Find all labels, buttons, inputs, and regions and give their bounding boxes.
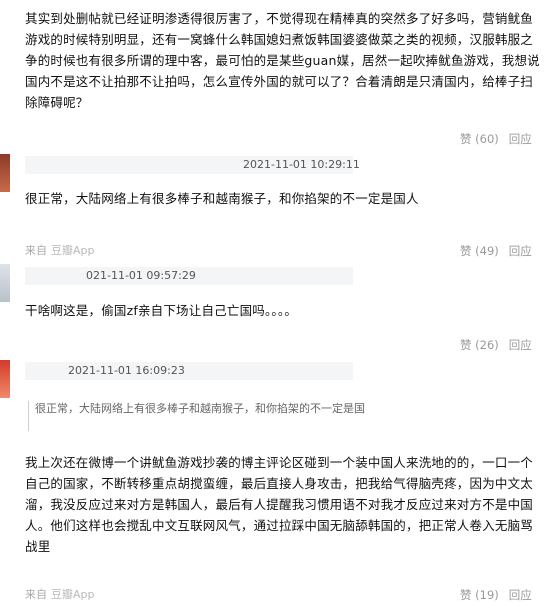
source-app-link[interactable]: 豆瓣App: [51, 588, 95, 601]
comment-actions: 赞 (60) 回应: [460, 131, 532, 147]
reply-button[interactable]: 回应: [509, 132, 532, 146]
like-button[interactable]: 赞 (49): [460, 244, 499, 258]
comment-actions: 赞 (19) 回应: [460, 587, 532, 603]
avatar[interactable]: [0, 360, 10, 398]
comment-actions: 赞 (26) 回应: [460, 337, 532, 353]
reply-button[interactable]: 回应: [509, 244, 532, 258]
source-label: 来自: [25, 244, 47, 257]
comment-text: 我上次还在微博一个讲鱿鱼游戏抄袭的博主评论区碰到一个装中国人来洗地的的，一口一个…: [25, 455, 534, 554]
avatar[interactable]: [0, 264, 10, 302]
comment-text: 干啥啊这是，偷国zf亲自下场让自己亡国吗。。。。: [25, 303, 298, 318]
source-app-link[interactable]: 豆瓣App: [51, 244, 95, 257]
reply-button[interactable]: 回应: [509, 338, 532, 352]
quoted-text: 很正常，大陆网络上有很多棒子和越南猴子，和你掐架的不一定是国: [35, 402, 365, 415]
comment-actions: 赞 (49) 回应: [460, 243, 532, 259]
timestamp: 021-11-01 09:57:29: [86, 269, 196, 282]
comment-text: 其实到处删帖就已经证明渗透得很厉害了，不觉得现在精棒真的突然多了好多吗，营销鱿鱼…: [25, 11, 540, 110]
comment-text: 很正常，大陆网络上有很多棒子和越南猴子，和你掐架的不一定是国人: [25, 191, 419, 206]
reply-button[interactable]: 回应: [509, 588, 532, 602]
quoted-reply: 很正常，大陆网络上有很多棒子和越南猴子，和你掐架的不一定是国: [28, 401, 400, 431]
source-label: 来自: [25, 588, 47, 601]
comment-source: 来自 豆瓣App: [25, 242, 95, 258]
timestamp: 2021-11-01 16:09:23: [68, 364, 185, 377]
timestamp: 2021-11-01 10:29:11: [243, 158, 360, 171]
like-button[interactable]: 赞 (26): [460, 338, 499, 352]
like-button[interactable]: 赞 (60): [460, 132, 499, 146]
avatar[interactable]: [0, 154, 10, 192]
like-button[interactable]: 赞 (19): [460, 588, 499, 602]
comment-source: 来自 豆瓣App: [25, 586, 95, 602]
